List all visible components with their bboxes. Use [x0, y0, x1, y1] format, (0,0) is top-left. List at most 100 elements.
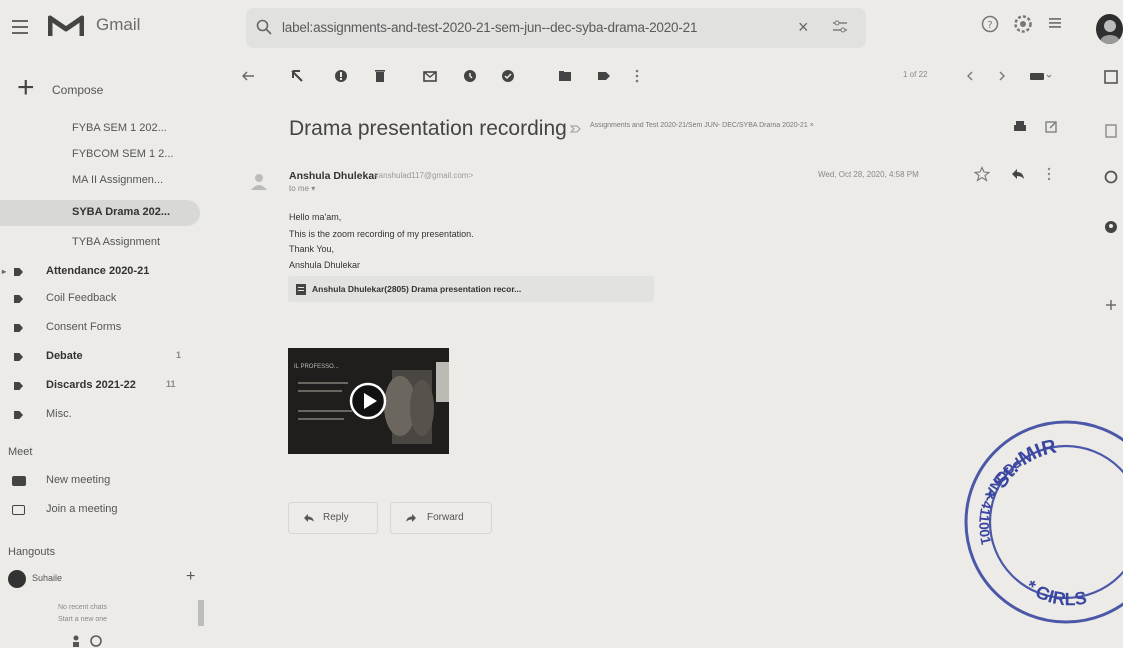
sidebar-item-label-3[interactable]: MA II Assignmen...	[0, 168, 200, 194]
more-options-icon[interactable]	[634, 68, 650, 84]
video-thumbnail[interactable]: IL PROFESSO...	[288, 348, 449, 454]
svg-text:?: ?	[987, 20, 992, 31]
hangouts-bottom-icons	[66, 634, 136, 648]
label-icon	[14, 353, 23, 361]
calendar-icon[interactable]	[1104, 70, 1118, 84]
settings-icon[interactable]	[1013, 14, 1033, 34]
sidebar-item-label: Debate	[46, 350, 83, 362]
svg-text:* GIRLS: * GIRLS	[1022, 576, 1088, 609]
sidebar-item-attendance[interactable]: ▸ Attendance 2020-21	[0, 259, 200, 285]
hangouts-scrollbar[interactable]	[198, 600, 204, 626]
forward-button[interactable]: Forward	[390, 502, 492, 534]
sidebar-item-label: MA II Assignmen...	[72, 174, 164, 186]
contacts-icon[interactable]	[1104, 220, 1118, 234]
back-arrow-icon[interactable]	[240, 68, 256, 84]
report-spam-icon[interactable]	[333, 68, 349, 84]
keep-icon[interactable]	[1104, 124, 1118, 138]
sidebar-item-label: Misc.	[46, 408, 72, 420]
video-camera-icon	[12, 476, 26, 486]
message-subject: Drama presentation recording	[289, 117, 567, 140]
play-icon[interactable]	[349, 382, 387, 420]
reply-button[interactable]: Reply	[288, 502, 378, 534]
delete-icon[interactable]	[372, 68, 388, 84]
sidebar-item-label: TYBA Assignment	[72, 236, 161, 248]
sidebar-item-label: Consent Forms	[46, 321, 122, 333]
label-icon	[14, 268, 23, 276]
label-icon	[14, 324, 23, 332]
forward-label: Forward	[427, 512, 464, 523]
label-tag-icon[interactable]	[596, 68, 612, 84]
get-addons-icon[interactable]	[1104, 298, 1118, 312]
sidebar-item-misc[interactable]: Misc.	[0, 402, 200, 428]
message-date: Wed, Oct 28, 2020, 4:58 PM	[818, 170, 919, 179]
no-recent-chats: No recent chats	[58, 604, 108, 611]
new-meeting-link[interactable]: New meeting	[46, 474, 110, 486]
star-icon[interactable]	[974, 166, 990, 182]
archive-icon[interactable]	[290, 68, 306, 84]
app-brand: Gmail	[96, 15, 141, 34]
message-more-icon[interactable]	[1046, 166, 1052, 182]
compose-label: Compose	[52, 83, 104, 97]
attachment-name: Anshula Dhulekar(2805) Drama presentatio…	[312, 284, 522, 294]
sidebar-item-label-4-active[interactable]: SYBA Drama 202...	[0, 200, 200, 226]
open-new-window-icon[interactable]	[1044, 120, 1058, 134]
search-icon[interactable]	[256, 19, 272, 35]
label-icon	[14, 411, 23, 419]
move-to-icon[interactable]	[557, 68, 573, 84]
body-line: Thank You,	[289, 244, 335, 254]
main-menu-icon[interactable]	[10, 16, 32, 38]
importance-marker-icon[interactable]	[570, 123, 582, 135]
search-bar[interactable]: label:assignments-and-test-2020-21-sem-j…	[246, 8, 866, 48]
search-options-icon[interactable]	[832, 20, 848, 34]
snooze-icon[interactable]	[462, 68, 478, 84]
sidebar-item-label: Attendance 2020-21	[46, 265, 150, 277]
reply-label: Reply	[323, 512, 349, 523]
pagination-text: 1 of 22	[903, 70, 928, 79]
keyboard-icon	[12, 505, 25, 515]
hangouts-section-title: Hangouts	[8, 546, 56, 558]
gmail-logo-icon[interactable]	[48, 12, 84, 40]
plus-icon: +	[17, 71, 35, 104]
unread-count: 11	[166, 379, 176, 389]
label-chip[interactable]: Assignments and Test 2020-21/Sem JUN- DE…	[590, 122, 950, 136]
compose-button[interactable]: + Compose	[12, 71, 128, 108]
mark-unread-icon[interactable]	[422, 68, 438, 84]
hangouts-user[interactable]: Suhaile	[32, 573, 62, 583]
label-icon	[14, 382, 23, 390]
apps-icon[interactable]	[1047, 14, 1065, 32]
print-icon[interactable]	[1012, 120, 1028, 134]
label-icon	[14, 295, 23, 303]
sidebar-item-label-1[interactable]: FYBA SEM 1 202...	[0, 116, 200, 142]
college-stamp: * St. MIR POONA-411001 * GIRLS	[956, 412, 1123, 632]
expand-caret-icon[interactable]: ▸	[2, 267, 6, 276]
older-chevron-icon[interactable]	[994, 68, 1010, 84]
video-title: IL PROFESSO...	[294, 364, 339, 370]
account-avatar[interactable]	[1096, 14, 1123, 44]
sidebar-item-coil-feedback[interactable]: Coil Feedback	[0, 286, 200, 312]
help-icon[interactable]: ?	[980, 14, 1000, 34]
search-input[interactable]: label:assignments-and-test-2020-21-sem-j…	[282, 20, 697, 35]
add-chat-icon[interactable]: +	[186, 568, 195, 586]
drive-attachment-chip[interactable]: Anshula Dhulekar(2805) Drama presentatio…	[288, 276, 654, 302]
recipient-details[interactable]: to me ▾	[289, 184, 315, 193]
add-to-tasks-icon[interactable]	[500, 68, 516, 84]
forward-arrow-icon	[405, 513, 417, 523]
sidebar-item-debate[interactable]: Debate 1	[0, 344, 200, 370]
sidebar-item-label: Discards 2021-22	[46, 379, 136, 391]
reply-icon[interactable]	[1010, 166, 1026, 182]
clear-search-icon[interactable]: ×	[798, 17, 809, 38]
input-tools-icon[interactable]	[1028, 68, 1052, 84]
reply-arrow-icon	[303, 513, 315, 523]
start-new-chat[interactable]: Start a new one	[58, 616, 107, 623]
unread-count: 1	[176, 350, 182, 360]
sender-name[interactable]: Anshula Dhulekar	[289, 170, 378, 182]
sidebar-item-discards[interactable]: Discards 2021-22 11	[0, 373, 200, 399]
newer-chevron-icon[interactable]	[962, 68, 978, 84]
sidebar-item-label-2[interactable]: FYBCOM SEM 1 2...	[0, 142, 200, 168]
join-meeting-link[interactable]: Join a meeting	[46, 503, 118, 515]
sidebar-item-label-5[interactable]: TYBA Assignment	[0, 230, 200, 256]
hangouts-avatar	[8, 570, 26, 588]
sidebar-item-consent-forms[interactable]: Consent Forms	[0, 315, 200, 341]
sender-avatar[interactable]	[246, 168, 272, 194]
tasks-icon[interactable]	[1104, 170, 1118, 184]
